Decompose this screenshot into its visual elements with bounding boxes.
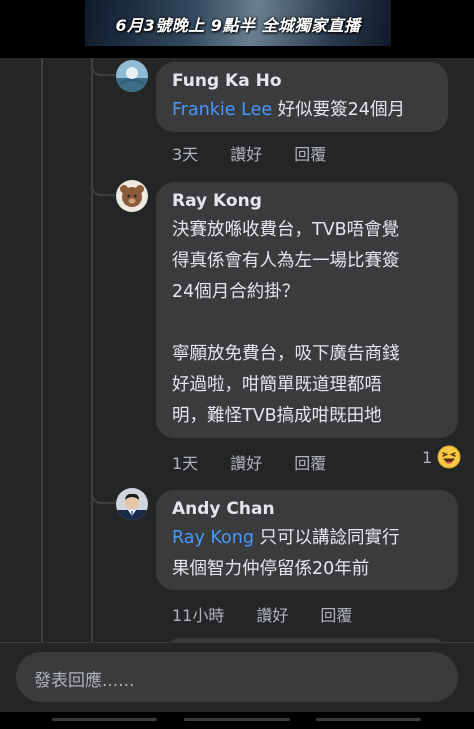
reaction-summary[interactable]: 1: [422, 445, 461, 469]
nav-indicator[interactable]: [52, 718, 157, 721]
nav-indicator[interactable]: [316, 718, 421, 721]
avatar[interactable]: [116, 60, 148, 92]
comment-time: 3天: [172, 145, 199, 164]
comment-body: 好似要簽24個月: [272, 100, 405, 120]
reply-connector: [91, 164, 115, 196]
reply-button[interactable]: 回覆: [294, 450, 326, 474]
comment-actions: 1天 讚好 回覆: [172, 450, 358, 474]
nav-indicator[interactable]: [184, 718, 290, 721]
reply-connector: [91, 58, 115, 76]
comment-bubble[interactable]: Fung Ka Ho Frankie Lee 好似要簽24個月: [156, 62, 448, 132]
laughing-emoji-icon: [437, 445, 461, 469]
comment-time: 11小時: [172, 606, 225, 625]
live-broadcast-banner[interactable]: 6月3號晚上 9點半 全城獨家直播: [85, 0, 391, 46]
avatar-image: [116, 488, 148, 520]
comment-line: 24個月合約掛？: [172, 282, 300, 302]
like-button[interactable]: 讚好: [256, 602, 288, 626]
comment-bubble[interactable]: Andy Chan Ray Kong 只可以講諗同實行 果個智力仲停留係20年前: [156, 490, 458, 590]
thread-line: [91, 58, 93, 642]
comment-actions: 11小時 讚好 回覆: [172, 602, 384, 626]
comment-line: Ray Kong 只可以講諗同實行: [172, 523, 442, 554]
mention-link[interactable]: Frankie Lee: [172, 100, 272, 120]
banner-text: 6月3號晚上 9點半 全城獨家直播: [115, 16, 361, 35]
comment-actions: 3天 讚好 回覆: [172, 141, 358, 165]
reaction-count: 1: [422, 447, 433, 467]
avatar-image: [116, 180, 148, 212]
commenter-name[interactable]: Ray Kong: [172, 190, 442, 212]
comment-line: 寧願放免費台，吸下廣告商錢: [172, 344, 400, 364]
reply-connector: [91, 472, 115, 504]
comment-text: Frankie Lee 好似要簽24個月: [172, 95, 432, 126]
comment-line: 明，難怪TVB搞成咁既田地: [172, 406, 382, 426]
avatar-image: [116, 60, 148, 92]
like-button[interactable]: 讚好: [230, 141, 262, 165]
comment-thread: Fung Ka Ho Frankie Lee 好似要簽24個月 3天 讚好 回覆…: [0, 58, 474, 642]
avatar[interactable]: [116, 180, 148, 212]
reply-button[interactable]: 回覆: [294, 141, 326, 165]
comment-line: 好過啦，咁簡單既道理都唔: [172, 375, 382, 395]
comment-time: 1天: [172, 454, 199, 473]
comment-bubble[interactable]: Ray Kong 決賽放喺收費台，TVB唔會覺 得真係會有人為左一場比賽簽 24…: [156, 182, 458, 438]
comment-line: 決賽放喺收費台，TVB唔會覺: [172, 220, 400, 240]
comment-body: 只可以講諗同實行: [253, 528, 400, 548]
like-button[interactable]: 讚好: [230, 450, 262, 474]
avatar[interactable]: [116, 488, 148, 520]
comment-input[interactable]: 發表回應......: [16, 652, 458, 702]
commenter-name[interactable]: Fung Ka Ho: [172, 70, 432, 92]
comment-line: 得真係會有人為左一場比賽簽: [172, 251, 400, 271]
comment-text: 決賽放喺收費台，TVB唔會覺 得真係會有人為左一場比賽簽 24個月合約掛？ 寧願…: [172, 215, 442, 432]
comment-line: 果個智力仲停留係20年前: [172, 559, 370, 579]
mention-link[interactable]: Ray Kong: [172, 528, 254, 548]
thread-line: [41, 58, 43, 642]
comment-text: Ray Kong 只可以講諗同實行 果個智力仲停留係20年前: [172, 523, 442, 585]
reply-button[interactable]: 回覆: [320, 602, 352, 626]
system-nav-bar: [0, 712, 474, 729]
commenter-name[interactable]: Andy Chan: [172, 498, 442, 520]
comment-composer: 發表回應......: [0, 642, 474, 712]
